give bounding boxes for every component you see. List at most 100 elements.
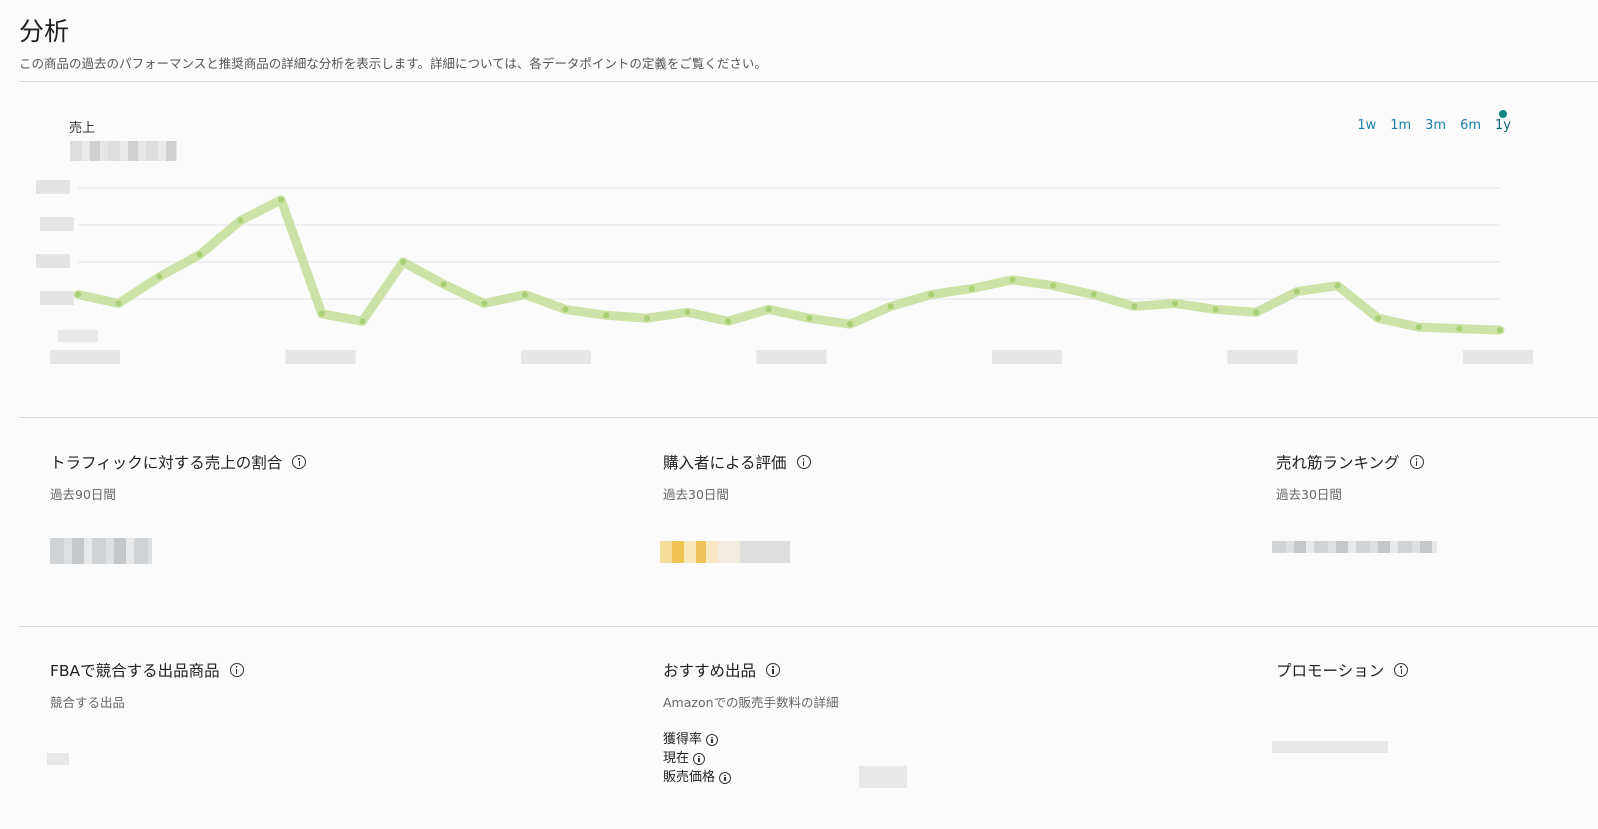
- info-icon[interactable]: [766, 663, 781, 677]
- sales-data-point: [481, 300, 488, 307]
- metric-traffic-period: 過去90日間: [50, 487, 116, 502]
- metric-traffic: トラフィックに対する売上の割合 過去90日間: [50, 451, 307, 503]
- info-icon[interactable]: [719, 771, 732, 784]
- metric-rating-period: 過去30日間: [663, 487, 729, 502]
- sales-data-point: [115, 300, 122, 307]
- sales-data-point: [521, 291, 528, 298]
- sales-data-point: [278, 196, 285, 203]
- sales-data-point: [643, 315, 650, 322]
- metric-fba: FBAで競合する出品商品 競合する出品: [50, 659, 244, 711]
- metric-rating-title: 購入者による評価: [663, 454, 787, 472]
- x-tick-label-redacted: [756, 350, 827, 364]
- chart-series: [73, 195, 1505, 335]
- x-tick-label-redacted: [521, 350, 591, 364]
- range-tab-6m[interactable]: 6m: [1459, 118, 1482, 133]
- chart-grid: [78, 187, 1500, 300]
- sales-data-point: [440, 281, 447, 288]
- y-tick-label-redacted: [36, 254, 70, 268]
- metric-featured-title: おすすめ出品: [663, 662, 757, 680]
- info-icon[interactable]: [1409, 455, 1424, 469]
- info-icon[interactable]: [1394, 663, 1409, 677]
- sales-data-point: [75, 291, 81, 298]
- x-tick-labels-redacted: [50, 350, 1533, 364]
- info-icon[interactable]: [292, 455, 307, 469]
- sales-data-point: [1375, 315, 1382, 322]
- metric-bestseller: 売れ筋ランキング 過去30日間: [1276, 451, 1424, 503]
- sales-data-point: [684, 309, 691, 316]
- y-tick-label-redacted: [58, 330, 98, 342]
- sales-data-point: [846, 321, 853, 328]
- metric-fba-sub: 競合する出品: [50, 695, 126, 710]
- metric-featured-sub: Amazonでの販売手数料の詳細: [663, 695, 839, 710]
- metric-promotion: プロモーション: [1276, 659, 1409, 681]
- sales-data-point: [237, 217, 244, 224]
- page-title: 分析: [19, 17, 70, 46]
- sales-data-point: [1293, 288, 1300, 295]
- sales-data-point: [1497, 327, 1503, 334]
- bestseller-rank-redacted: [1272, 541, 1437, 553]
- info-icon[interactable]: [229, 663, 244, 677]
- metrics-divider: [19, 626, 1598, 627]
- sales-line-chart: [36, 180, 1533, 364]
- sales-data-point: [1456, 325, 1463, 332]
- y-tick-label-redacted: [40, 217, 74, 231]
- sales-chart-title: 売上: [69, 121, 96, 136]
- sales-data-point: [725, 318, 732, 325]
- sales-data-point: [1171, 300, 1178, 307]
- sales-data-point: [806, 315, 813, 322]
- sales-data-point: [156, 273, 163, 280]
- sales-data-point: [765, 306, 772, 313]
- page-description: この商品の過去のパフォーマンスと推奨商品の詳細な分析を表示します。詳細については…: [19, 56, 767, 71]
- sales-price-label: 販売価格: [663, 770, 716, 785]
- active-range-indicator: [1499, 110, 1508, 118]
- chart-divider: [19, 417, 1598, 418]
- sales-data-point: [196, 251, 203, 258]
- x-tick-label-redacted: [1463, 350, 1533, 364]
- sales-data-point: [968, 285, 975, 292]
- sales-data-point: [1253, 309, 1260, 316]
- x-tick-label-redacted: [285, 350, 356, 364]
- sales-data-point: [400, 259, 407, 265]
- sales-series-line: [73, 195, 1505, 335]
- sales-price-value-redacted: [859, 766, 907, 788]
- metric-promotion-title: プロモーション: [1276, 662, 1385, 680]
- range-tab-1w[interactable]: 1w: [1356, 118, 1377, 133]
- metric-featured-offer: おすすめ出品 Amazonでの販売手数料の詳細: [663, 659, 839, 711]
- rating-stars-redacted: [660, 541, 790, 563]
- sales-data-point: [1009, 276, 1016, 283]
- range-tabs: 1w 1m 3m 6m 1y: [1356, 110, 1512, 133]
- current-label: 現在: [663, 751, 690, 766]
- x-tick-label-redacted: [1227, 350, 1298, 364]
- range-tab-1y-label: 1y: [1495, 118, 1511, 133]
- y-tick-label-redacted: [40, 291, 74, 305]
- sales-data-point: [1131, 303, 1138, 310]
- x-tick-label-redacted: [992, 350, 1062, 364]
- info-icon[interactable]: [706, 733, 719, 746]
- featured-offer-details: 獲得率 現在 販売価格: [663, 730, 732, 787]
- header-divider: [19, 81, 1598, 82]
- sales-data-point: [1050, 282, 1057, 289]
- sales-data-point: [359, 318, 366, 325]
- metric-bestseller-period: 過去30日間: [1276, 487, 1342, 502]
- metric-bestseller-title: 売れ筋ランキング: [1276, 454, 1400, 472]
- fba-count-redacted: [47, 753, 69, 765]
- sales-total-redacted: [70, 141, 177, 161]
- x-tick-label-redacted: [50, 350, 120, 364]
- metric-traffic-value-redacted: [50, 538, 152, 564]
- sales-data-point: [887, 303, 894, 310]
- win-rate-label: 獲得率: [663, 732, 703, 747]
- sales-data-point: [603, 312, 610, 319]
- sales-data-point: [928, 291, 935, 298]
- info-icon[interactable]: [796, 455, 811, 469]
- metric-fba-title: FBAで競合する出品商品: [50, 662, 220, 680]
- info-icon[interactable]: [693, 752, 706, 765]
- sales-data-point: [1090, 291, 1097, 298]
- range-tab-1m[interactable]: 1m: [1389, 118, 1412, 133]
- sales-data-point: [1212, 306, 1219, 313]
- sales-data-point: [1334, 282, 1341, 289]
- range-tab-3m[interactable]: 3m: [1424, 118, 1447, 133]
- y-tick-labels-redacted: [36, 180, 98, 342]
- range-tab-1y[interactable]: 1y: [1494, 110, 1512, 133]
- metric-rating: 購入者による評価 過去30日間: [663, 451, 811, 503]
- sales-data-point: [1415, 324, 1422, 331]
